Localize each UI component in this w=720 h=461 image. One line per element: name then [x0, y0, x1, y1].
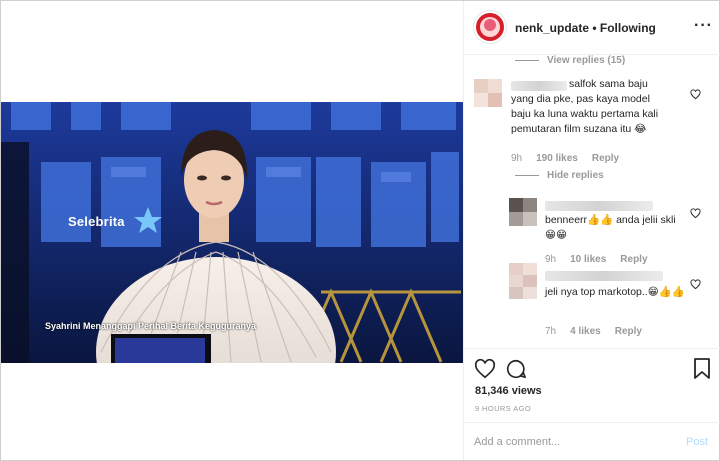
like-reply-heart-icon[interactable] [690, 208, 701, 219]
reply-meta: 7h 4 likes Reply [545, 326, 656, 337]
comment-time: 9h [511, 153, 523, 164]
add-comment-input[interactable] [474, 433, 664, 451]
blurred-avatar-image [509, 198, 537, 226]
hide-replies-label: Hide replies [547, 170, 604, 181]
blurred-avatar-image [509, 263, 537, 299]
reply-text: jeli nya top markotop..😁👍👍 [545, 286, 685, 298]
post-timestamp[interactable]: 9 HOURS AGO [475, 404, 531, 413]
reply-likes[interactable]: 10 likes [570, 254, 606, 265]
following-status[interactable]: Following [600, 21, 656, 35]
reply-avatar-blurred[interactable] [509, 198, 537, 226]
view-replies-label: View replies (15) [547, 55, 626, 66]
view-count[interactable]: 81,346 views [475, 385, 542, 397]
separator-dot: • [589, 21, 600, 35]
hide-replies-toggle[interactable]: Hide replies [515, 170, 604, 181]
avatar[interactable] [474, 11, 506, 43]
toggle-dash [515, 174, 539, 176]
reply-avatar-blurred[interactable] [509, 263, 537, 299]
like-comment-heart-icon[interactable] [690, 89, 701, 100]
post-side-panel: nenk_update • Following ··· View replies… [463, 1, 720, 460]
like-heart-icon[interactable] [474, 358, 496, 380]
username-link[interactable]: nenk_update [515, 21, 589, 35]
avatar-figure [484, 19, 496, 31]
reply-link[interactable]: Reply [592, 153, 619, 164]
reply-meta: 9h 10 likes Reply [545, 254, 662, 265]
header-user-info: nenk_update • Following [515, 21, 656, 35]
view-replies-toggle[interactable]: View replies (15) [515, 55, 625, 66]
more-horizontal-icon[interactable]: ··· [694, 18, 713, 34]
post-header: nenk_update • Following ··· [464, 1, 720, 55]
comment-text: salfok sama baju yang dia pke, pas kaya … [511, 78, 659, 135]
like-reply-heart-icon[interactable] [690, 279, 701, 290]
post-comment-button[interactable]: Post [686, 436, 708, 448]
comments-list: View replies (15) salfok sama baju yang … [464, 55, 720, 348]
post-actions: 81,346 views 9 HOURS AGO [464, 348, 720, 418]
channel-logo-text: Selebrita [68, 214, 125, 229]
media-column: Selebrita Syahrini Menanggapi Perihal Be… [1, 1, 463, 460]
comment-likes[interactable]: 190 likes [536, 153, 578, 164]
reply-link[interactable]: Reply [620, 254, 647, 265]
comment-bubble-icon[interactable] [505, 358, 527, 380]
video-player[interactable]: Selebrita Syahrini Menanggapi Perihal Be… [1, 102, 463, 363]
blurred-username[interactable] [545, 201, 653, 211]
add-comment-bar: Post [464, 422, 720, 460]
commenter-avatar-blurred[interactable] [474, 79, 502, 107]
blurred-avatar-image [474, 79, 502, 107]
reply-time: 7h [545, 326, 557, 337]
reply-likes[interactable]: 4 likes [570, 326, 601, 337]
blurred-username[interactable] [545, 271, 663, 281]
reply-link[interactable]: Reply [615, 326, 642, 337]
comment-meta: 9h 190 likes Reply [511, 153, 633, 164]
reply-text: benneerr👍👍 anda jelii skli😁😁 [545, 214, 676, 241]
bookmark-icon[interactable] [693, 358, 711, 380]
toggle-dash [515, 59, 539, 61]
reply-time: 9h [545, 254, 557, 265]
video-caption: Syahrini Menanggapi Perihal Berita Kegug… [45, 321, 257, 331]
